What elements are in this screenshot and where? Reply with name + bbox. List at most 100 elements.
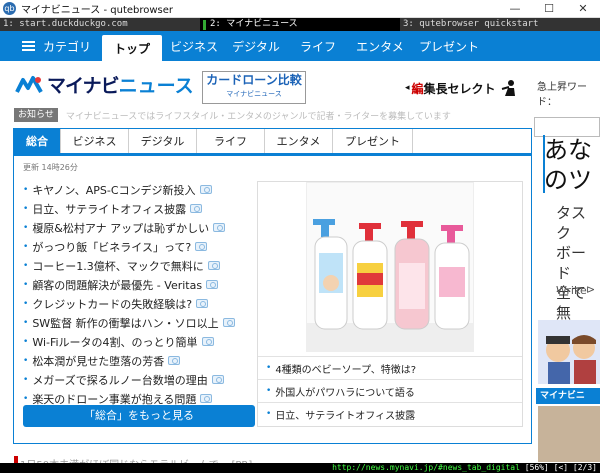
bullet-icon: •: [23, 374, 29, 385]
more-general-button[interactable]: 「総合」をもっと見る: [23, 405, 255, 427]
feature-list: • 4種類のベビーソープ、特徴は? • 外国人がパワハラについて語る • 日立、サテラ…: [258, 356, 522, 425]
browser-tab-bar: 1: start.duckduckgo.com 2: マイナビニュース 3: q…: [0, 18, 600, 31]
status-url: http://news.mynavi.jp/#news_tab_digital: [332, 463, 520, 472]
feature-panel: • 4種類のベビーソープ、特徴は? • 外国人がパワハラについて語る • 日立、サテラ…: [257, 181, 523, 427]
nav-item-top[interactable]: トップ: [102, 35, 162, 61]
content-tab-entame[interactable]: エンタメ: [265, 129, 333, 153]
ad-sub-line: ボード: [556, 244, 587, 282]
article-item[interactable]: • Wi-Fiルータの4割、のっとり簡単: [23, 332, 255, 351]
article-item[interactable]: • コーヒー1.3億杯、マックで無料に: [23, 256, 255, 275]
article-item[interactable]: • クレジットカードの失敗経験は?: [23, 294, 255, 313]
category-label: カテゴリ: [43, 39, 92, 54]
article-item[interactable]: • がっつり飯「ビネライス」って?: [23, 237, 255, 256]
camera-icon: [211, 375, 224, 384]
browser-tab-3[interactable]: 3: qutebrowser quickstart: [400, 18, 600, 31]
promo-illustration-icon: [538, 320, 600, 384]
window-controls: — ☐ ✕: [498, 0, 600, 18]
nav-item-life[interactable]: ライフ: [288, 31, 348, 61]
article-title: 日立、サテライトオフィス披露: [32, 202, 187, 216]
feature-item[interactable]: • 外国人がパワハラについて語る: [258, 379, 522, 402]
browser-tab-1[interactable]: 1: start.duckduckgo.com: [0, 18, 200, 31]
bullet-icon: •: [23, 336, 29, 347]
bullet-icon: •: [266, 363, 272, 373]
bullet-icon: •: [23, 279, 29, 290]
site-navigation: カテゴリ トップ ビジネス デジタル ライフ エンタメ プレゼント: [0, 31, 600, 61]
ad-advertiser[interactable]: Wrike: [556, 284, 587, 297]
nav-item-digital[interactable]: デジタル: [226, 31, 286, 61]
window-title: マイナビニュース - qutebrowser: [21, 5, 174, 16]
article-item[interactable]: • キヤノン、APS-Cコンデジ新投入: [23, 180, 255, 199]
bullet-icon: •: [23, 298, 29, 309]
content-tab-digital[interactable]: デジタル: [129, 129, 197, 153]
content-tab-present[interactable]: プレゼント: [333, 129, 413, 153]
right-section-header[interactable]: マイナビニ: [536, 388, 600, 404]
nav-item-business[interactable]: ビジネス: [164, 31, 224, 61]
article-title: コーヒー1.3億杯、マックで無料に: [32, 259, 204, 273]
article-item[interactable]: • 榎原&松村アナ アップは恥ずかしい: [23, 218, 255, 237]
bullet-icon: •: [266, 386, 272, 396]
category-menu-button[interactable]: カテゴリ: [0, 31, 102, 61]
camera-icon: [190, 204, 203, 213]
article-title: SW監督 新作の衝撃はハン・ソロ以上: [32, 316, 219, 330]
feature-item[interactable]: • 4種類のベビーソープ、特徴は?: [258, 356, 522, 379]
bullet-icon: •: [23, 241, 29, 252]
right-photo[interactable]: [538, 406, 600, 462]
bullet-icon: •: [23, 222, 29, 233]
logo-mark-icon: [15, 75, 43, 93]
camera-icon: [196, 299, 209, 308]
camera-icon: [168, 356, 181, 365]
trending-search-input[interactable]: [534, 117, 600, 137]
qutebrowser-icon: qb: [3, 2, 16, 15]
nav-item-present[interactable]: プレゼント: [412, 31, 486, 61]
ad-arrow-icon[interactable]: ⊳: [586, 283, 595, 296]
editor-select-text: 集長セレクト: [423, 81, 496, 96]
person-icon: [501, 80, 515, 96]
content-tab-business[interactable]: ビジネス: [61, 129, 129, 153]
hamburger-icon: [22, 39, 35, 53]
feature-title: 外国人がパワハラについて語る: [275, 387, 415, 399]
article-item[interactable]: • 松本潤が見せた堕落の芳香: [23, 351, 255, 370]
article-item[interactable]: • 日立、サテライトオフィス披露: [23, 199, 255, 218]
loading-indicator: [203, 19, 206, 30]
loan-banner-title: カードローン比較: [206, 73, 302, 87]
notice-text[interactable]: マイナビニュースではライフスタイル・エンタメのジャンルで記者・ライターを募集して…: [66, 109, 451, 122]
browser-tab-2[interactable]: 2: マイナビニュース: [200, 18, 400, 31]
editor-select-link[interactable]: ◂ 編 集長セレクト: [405, 79, 518, 97]
maximize-button[interactable]: ☐: [532, 0, 566, 18]
news-box: 総合 ビジネス デジタル ライフ エンタメ プレゼント 更新 14時26分 • キ…: [13, 128, 532, 444]
logo-news-text: ニュース: [118, 75, 194, 97]
arrow-left-icon: ◂: [405, 83, 410, 93]
bullet-icon: •: [266, 409, 272, 419]
card-loan-banner[interactable]: カードローン比較 マイナビニュース: [202, 71, 306, 104]
camera-icon: [200, 394, 213, 403]
article-list: • キヤノン、APS-Cコンデジ新投入 • 日立、サテライトオフィス披露 • 榎原&松…: [23, 180, 255, 408]
article-item[interactable]: • SW監督 新作の衝撃はハン・ソロ以上: [23, 313, 255, 332]
article-title: 松本潤が見せた堕落の芳香: [32, 354, 165, 368]
article-title: 顧客の問題解決が最優先 - Veritas: [32, 278, 203, 292]
bullet-icon: •: [23, 317, 29, 328]
article-title: クレジットカードの失敗経験は?: [32, 297, 193, 311]
feature-photo[interactable]: [306, 182, 474, 352]
browser-tab-label: 2: マイナビニュース: [210, 19, 298, 29]
content-tabs: 総合 ビジネス デジタル ライフ エンタメ プレゼント: [14, 129, 531, 156]
nav-item-entame[interactable]: エンタメ: [350, 31, 410, 61]
content-tab-general[interactable]: 総合: [14, 129, 61, 153]
camera-icon: [195, 242, 208, 251]
content-tab-life[interactable]: ライフ: [197, 129, 265, 153]
feature-item[interactable]: • 日立、サテライトオフィス披露: [258, 402, 522, 425]
promo-image[interactable]: [538, 320, 600, 384]
article-item[interactable]: • 顧客の問題解決が最優先 - Veritas: [23, 275, 255, 294]
article-title: メガーズで探るルノー台数増の理由: [32, 373, 208, 387]
article-item[interactable]: • メガーズで探るルノー台数増の理由: [23, 370, 255, 389]
camera-icon: [207, 261, 220, 270]
ad-headline[interactable]: あな のツ: [544, 135, 592, 195]
close-button[interactable]: ✕: [566, 0, 600, 18]
minimize-button[interactable]: —: [498, 0, 532, 18]
status-info: [56%] [<] [2/3]: [519, 463, 597, 472]
site-logo[interactable]: マイナビ ニュース: [15, 71, 194, 98]
right-column: 急上昇ワード：: [534, 78, 600, 137]
editor-select-red: 編: [411, 81, 424, 96]
notice-label: お知らせ: [14, 108, 58, 122]
camera-icon: [213, 223, 226, 232]
feature-title: 4種類のベビーソープ、特徴は?: [275, 364, 417, 376]
